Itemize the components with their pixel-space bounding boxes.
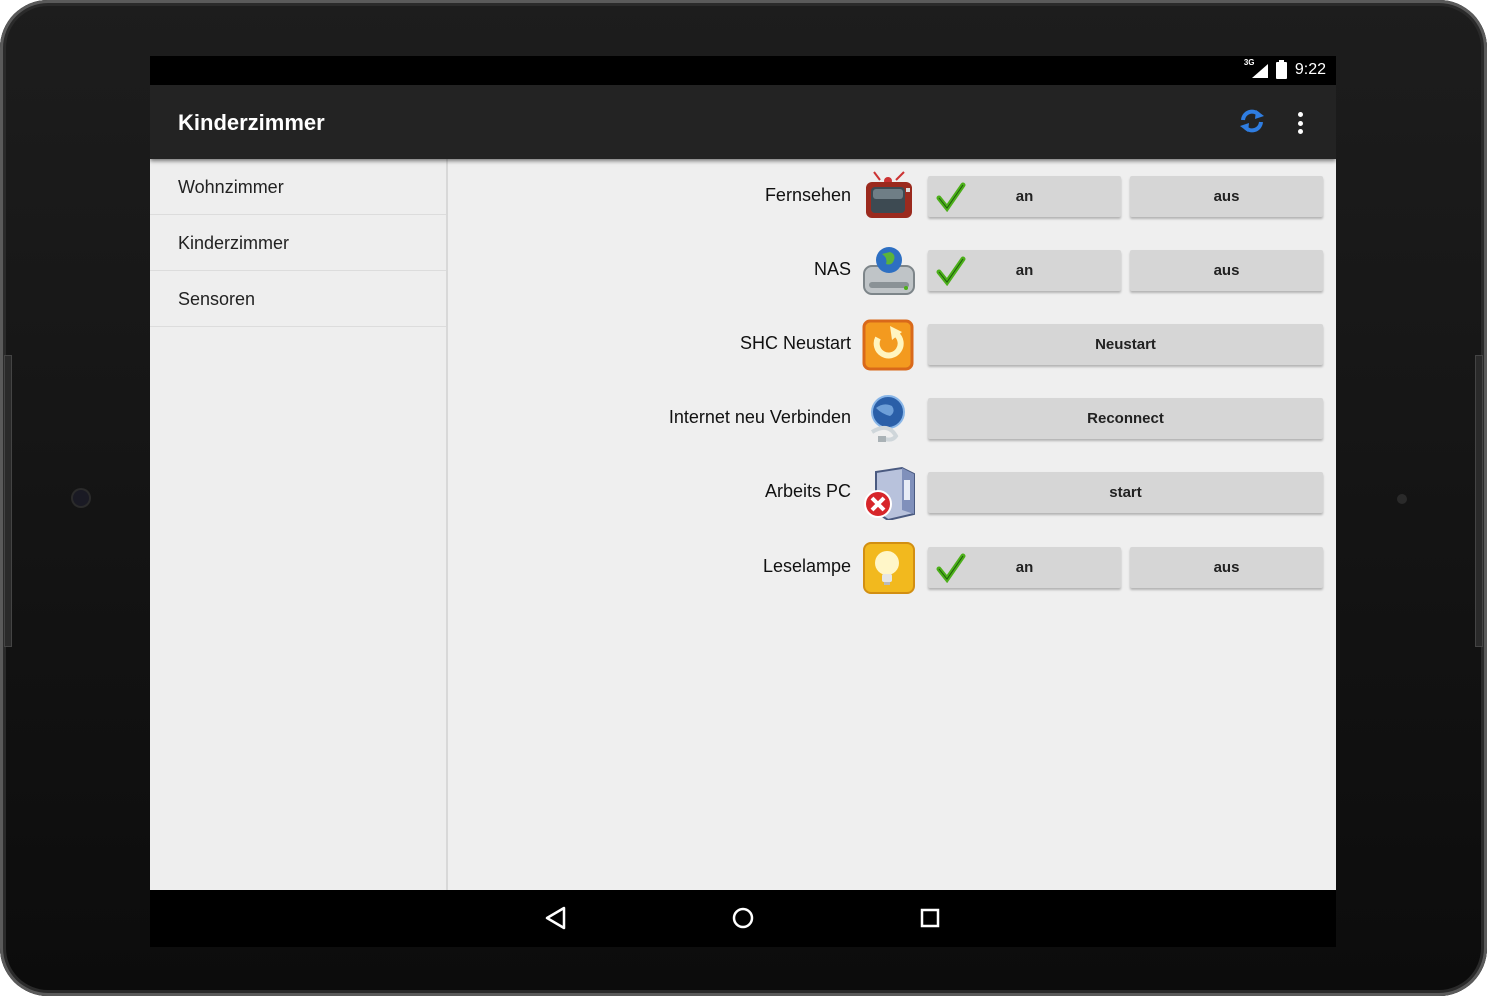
clock: 9:22 [1294,61,1326,78]
screen: 3G 9:22 Kinderzimmer Wohnzimmer Kinderzi… [150,56,1336,947]
device-label: NAS [813,259,851,279]
page-title: Kinderzimmer [178,110,325,135]
sensor-dot [1397,494,1407,504]
off-button-label: aus [1213,188,1240,205]
device-row: NAS an aus [448,242,1336,298]
home-icon[interactable] [729,904,757,932]
device-label: Internet neu Verbinden [668,407,851,427]
reconnect-button[interactable]: Reconnect [928,398,1323,439]
battery-icon [1275,59,1287,79]
device-row: SHC Neustart Neustart [448,316,1336,372]
start-button[interactable]: start [928,472,1323,513]
device-label: Arbeits PC [764,481,851,501]
navigation-bar [150,890,1336,947]
device-row: Leselampe an aus [448,539,1336,595]
recents-icon[interactable] [916,904,944,932]
nas-drive-icon [862,244,916,298]
app-bar: Kinderzimmer [150,85,1336,159]
front-camera [73,490,89,506]
signal-icon: 3G [1244,58,1268,78]
on-button-label: an [1015,188,1034,205]
restart-button[interactable]: Neustart [928,324,1323,365]
power-button [1475,355,1483,647]
device-row: Arbeits PC start [448,464,1336,522]
network-icon [862,392,916,446]
restart-icon [862,318,916,372]
check-icon [936,553,966,583]
on-button[interactable]: an [928,547,1121,588]
off-button[interactable]: aus [1130,250,1323,291]
sidebar-item-sensoren[interactable]: Sensoren [150,271,446,327]
device-label: SHC Neustart [739,333,851,353]
off-button-label: aus [1213,559,1240,576]
start-button-label: start [1109,484,1142,501]
device-row: Internet neu Verbinden Reconnect [448,390,1336,446]
device-list: Fernsehen an aus NAS an aus SHC Neustart… [448,159,1336,890]
reconnect-button-label: Reconnect [1087,410,1164,427]
sidebar-item-kinderzimmer[interactable]: Kinderzimmer [150,215,446,271]
on-button[interactable]: an [928,250,1121,291]
off-button-label: aus [1213,262,1240,279]
volume-button [4,355,12,647]
on-button-label: an [1015,262,1034,279]
lamp-icon [862,541,916,595]
on-button[interactable]: an [928,176,1121,217]
computer-offline-icon [862,466,916,522]
overflow-menu-icon[interactable] [1290,109,1310,137]
on-button-label: an [1015,559,1034,576]
status-bar: 3G 9:22 [150,56,1336,85]
device-label: Leselampe [762,556,851,576]
off-button[interactable]: aus [1130,547,1323,588]
off-button[interactable]: aus [1130,176,1323,217]
tv-icon [862,170,916,224]
check-icon [936,256,966,286]
refresh-icon[interactable] [1238,107,1266,135]
check-icon [936,182,966,212]
sidebar: Wohnzimmer Kinderzimmer Sensoren [150,159,448,890]
back-icon[interactable] [542,904,570,932]
restart-button-label: Neustart [1095,336,1156,353]
sidebar-item-wohnzimmer[interactable]: Wohnzimmer [150,159,446,215]
device-label: Fernsehen [764,185,851,205]
device-row: Fernsehen an aus [448,168,1336,224]
